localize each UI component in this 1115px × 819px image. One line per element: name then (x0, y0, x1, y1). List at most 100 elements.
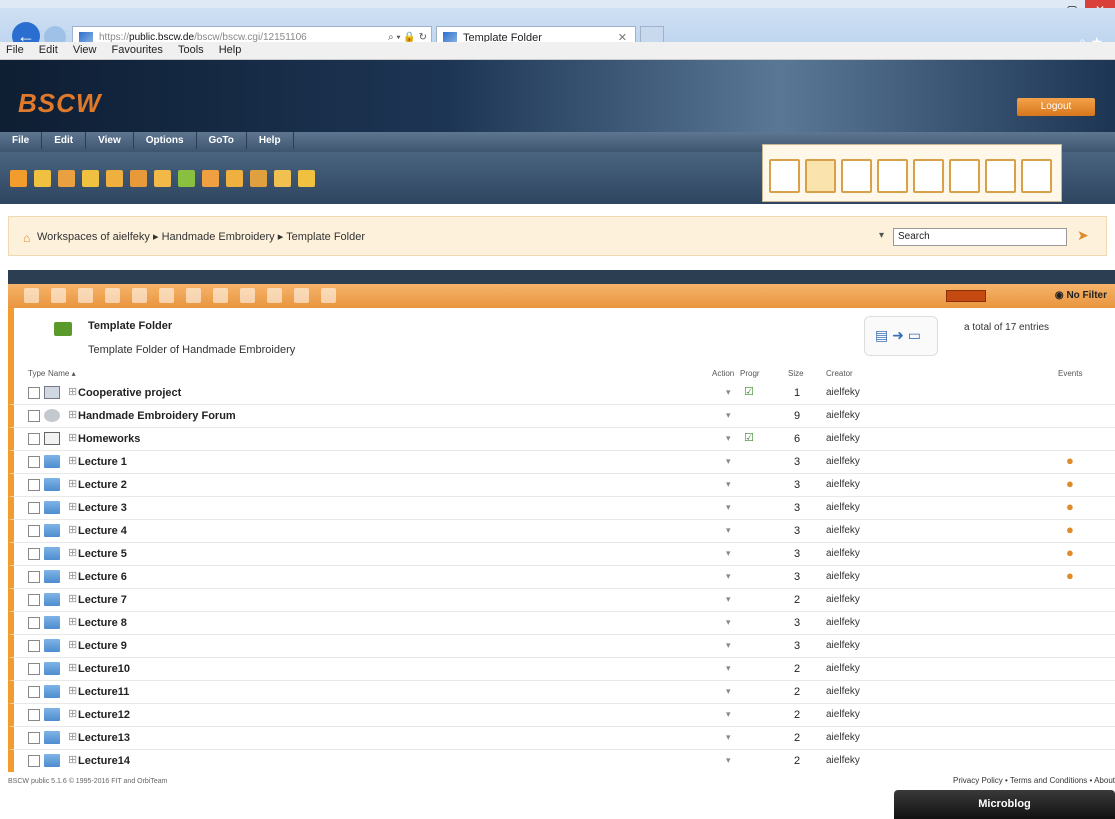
action-dropdown-icon[interactable]: ▾ (726, 525, 731, 536)
entry-name[interactable]: Lecture11 (78, 686, 129, 698)
entry-creator[interactable]: aielfeky (826, 525, 860, 536)
entry-name[interactable]: Lecture 6 (78, 571, 127, 583)
col-creator[interactable]: Creator (826, 369, 853, 378)
action-dropdown-icon[interactable]: ▾ (726, 456, 731, 467)
table-row[interactable]: ⊞ Lecture11 ▾ 2 aielfeky (8, 681, 1115, 704)
table-row[interactable]: ⊞ Lecture 6 ▾ 3 aielfeky ● (8, 566, 1115, 589)
mail-icon[interactable] (226, 170, 243, 187)
privacy-links[interactable]: Privacy Policy • Terms and Conditions • … (953, 776, 1115, 785)
expand-icon[interactable]: ⊞ (68, 615, 77, 628)
add-icon[interactable] (78, 288, 93, 303)
action-dropdown-icon[interactable]: ▾ (726, 663, 731, 674)
entry-name[interactable]: Lecture 3 (78, 502, 127, 514)
action-dropdown-icon[interactable]: ▾ (726, 571, 731, 582)
event-icon[interactable]: ● (1066, 545, 1074, 560)
row-checkbox[interactable] (28, 686, 40, 698)
action-dropdown-icon[interactable]: ▾ (726, 732, 731, 743)
expand-icon[interactable]: ⊞ (68, 385, 77, 398)
expand-icon[interactable]: ⊞ (68, 684, 77, 697)
app-menu-edit[interactable]: Edit (42, 132, 87, 149)
action-dropdown-icon[interactable]: ▾ (726, 548, 731, 559)
table-row[interactable]: ⊞ Lecture 2 ▾ 3 aielfeky ● (8, 474, 1115, 497)
table-row[interactable]: ⊞ Lecture 3 ▾ 3 aielfeky ● (8, 497, 1115, 520)
note-icon[interactable] (298, 170, 315, 187)
row-checkbox[interactable] (28, 456, 40, 468)
action-dropdown-icon[interactable]: ▾ (726, 755, 731, 766)
expand-icon[interactable]: ⊞ (68, 523, 77, 536)
view-calendar-icon[interactable] (913, 159, 944, 193)
table-row[interactable]: ⊞ Lecture10 ▾ 2 aielfeky (8, 658, 1115, 681)
entry-creator[interactable]: aielfeky (826, 617, 860, 628)
users-icon[interactable] (82, 170, 99, 187)
link-icon[interactable] (132, 288, 147, 303)
menu-favourites[interactable]: Favourites (106, 42, 169, 58)
col-size[interactable]: Size (788, 369, 804, 378)
col-events[interactable]: Events (1058, 369, 1082, 378)
search-icon[interactable] (240, 288, 255, 303)
app-menu-options[interactable]: Options (134, 132, 197, 149)
doc-icon[interactable] (106, 170, 123, 187)
tag-icon[interactable] (178, 170, 195, 187)
event-icon[interactable]: ● (1066, 453, 1074, 468)
view-toggle[interactable] (946, 290, 986, 302)
expand-icon[interactable]: ⊞ (68, 546, 77, 559)
calendar-icon[interactable] (250, 170, 267, 187)
edit-icon[interactable] (58, 170, 75, 187)
entry-creator[interactable]: aielfeky (826, 571, 860, 582)
col-name[interactable]: Name ▴ (48, 369, 76, 378)
expand-icon[interactable]: ⊞ (68, 454, 77, 467)
export-icon[interactable] (274, 170, 291, 187)
col-type[interactable]: Type (28, 369, 45, 378)
expand-icon[interactable]: ⊞ (68, 592, 77, 605)
app-menu-file[interactable]: File (0, 132, 43, 149)
table-row[interactable]: ⊞ Homeworks ▾ ☑ 6 aielfeky (8, 428, 1115, 451)
view-print-icon[interactable] (1021, 159, 1052, 193)
entry-creator[interactable]: aielfeky (826, 502, 860, 513)
row-checkbox[interactable] (28, 732, 40, 744)
table-row[interactable]: ⊞ Lecture14 ▾ 2 aielfeky (8, 750, 1115, 773)
entry-creator[interactable]: aielfeky (826, 686, 860, 697)
entry-name[interactable]: Lecture 5 (78, 548, 127, 560)
entry-creator[interactable]: aielfeky (826, 456, 860, 467)
entry-creator[interactable]: aielfeky (826, 709, 860, 720)
crumb-handmade[interactable]: Handmade Embroidery (162, 231, 275, 243)
action-dropdown-icon[interactable]: ▾ (726, 640, 731, 651)
entry-creator[interactable]: aielfeky (826, 387, 860, 398)
row-checkbox[interactable] (28, 525, 40, 537)
action-dropdown-icon[interactable]: ▾ (726, 502, 731, 513)
copy-icon[interactable] (130, 170, 147, 187)
expand-icon[interactable]: ⊞ (68, 500, 77, 513)
expand-icon[interactable]: ⊞ (68, 638, 77, 651)
expand-icon[interactable]: ⊞ (68, 753, 77, 766)
copy-icon[interactable] (51, 288, 66, 303)
entry-name[interactable]: Lecture 4 (78, 525, 127, 537)
action-dropdown-icon[interactable]: ▾ (726, 479, 731, 490)
event-icon[interactable]: ● (1066, 568, 1074, 583)
entry-name[interactable]: Lecture14 (78, 755, 130, 767)
row-checkbox[interactable] (28, 617, 40, 629)
microblog-button[interactable]: Microblog (894, 790, 1115, 819)
puzzle-icon[interactable] (154, 170, 171, 187)
table-row[interactable]: ⊞ Lecture 8 ▾ 3 aielfeky (8, 612, 1115, 635)
view-clipboard-icon[interactable] (877, 159, 908, 193)
archive-icon[interactable] (321, 288, 336, 303)
expand-icon[interactable]: ⊞ (68, 569, 77, 582)
entry-creator[interactable]: aielfeky (826, 410, 860, 421)
view-book-icon[interactable] (949, 159, 980, 193)
bscw-logo[interactable]: BSCW (18, 88, 101, 119)
view-doc-icon[interactable] (841, 159, 872, 193)
col-progress[interactable]: Progr (740, 369, 760, 378)
menu-edit[interactable]: Edit (33, 42, 64, 58)
table-row[interactable]: ⊞ Lecture 5 ▾ 3 aielfeky ● (8, 543, 1115, 566)
remove-icon[interactable] (105, 288, 120, 303)
upload-arrow-box[interactable]: ▤ ➜ ▭ (864, 316, 938, 356)
filter-selector[interactable]: ◉ No Filter (1055, 290, 1107, 301)
entry-name[interactable]: Lecture10 (78, 663, 130, 675)
search-input[interactable]: Search (893, 228, 1067, 246)
crumb-workspaces[interactable]: Workspaces of aielfeky (37, 231, 150, 243)
select-all-icon[interactable] (24, 288, 39, 303)
event-icon[interactable]: ● (1066, 522, 1074, 537)
paste-icon[interactable] (186, 288, 201, 303)
expand-icon[interactable]: ⊞ (68, 730, 77, 743)
expand-icon[interactable]: ⊞ (68, 408, 77, 421)
